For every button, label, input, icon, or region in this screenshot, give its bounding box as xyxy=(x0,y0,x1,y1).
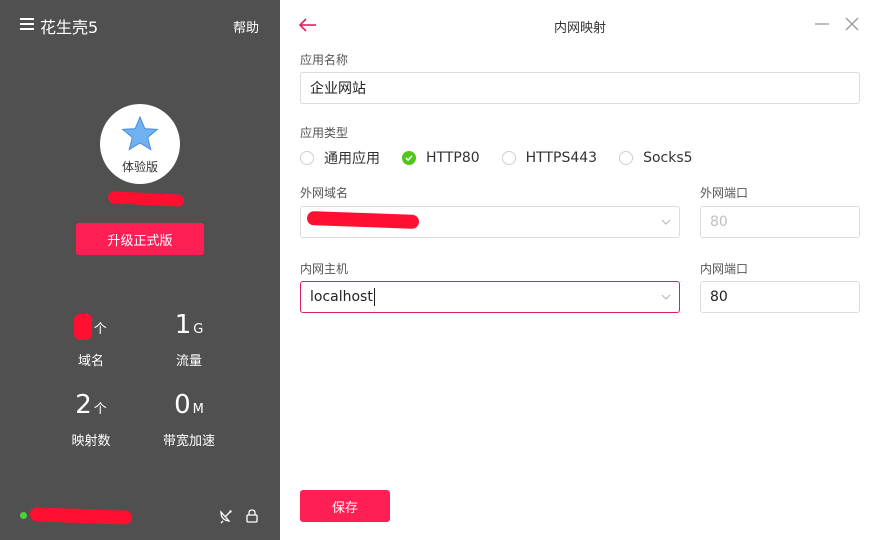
stat-traffic: 1G 流量 xyxy=(144,310,234,369)
domain-redacted xyxy=(306,211,420,229)
edition-badge: 体验版 xyxy=(121,160,158,174)
stat-value: 1 xyxy=(174,310,192,340)
check-icon xyxy=(405,155,413,162)
stat-unit: G xyxy=(193,322,204,337)
stat-unit: 个 xyxy=(93,402,107,417)
chevron-down-icon xyxy=(661,219,671,225)
app-type-label: 应用类型 xyxy=(300,126,349,140)
radio-label: Socks5 xyxy=(643,150,693,166)
sidebar: 花生壳5 帮助 体验版 升级正式版 4个 域名 1G 流量 2个 映射数 0M … xyxy=(0,0,280,540)
stat-bandwidth: 0M 带宽加速 xyxy=(130,390,248,449)
app-name-value: 企业网站 xyxy=(310,81,366,97)
radio-https443[interactable]: HTTPS443 xyxy=(501,150,598,166)
internal-port-label: 内网端口 xyxy=(700,262,749,276)
radio-http80[interactable]: HTTP80 xyxy=(402,150,480,166)
stat-label: 域名 xyxy=(77,354,104,369)
upgrade-button[interactable]: 升级正式版 xyxy=(76,223,204,255)
internal-port-value: 80 xyxy=(710,289,728,305)
stat-value: 0 xyxy=(174,390,191,420)
stat-label: 映射数 xyxy=(71,434,111,449)
stat-value: 2 xyxy=(75,390,92,420)
app-title: 花生壳5 xyxy=(40,18,99,37)
radio-circle xyxy=(619,151,634,165)
stat-unit: 个 xyxy=(93,322,107,337)
radio-generic-app[interactable]: 通用应用 xyxy=(300,148,380,168)
stat-mappings: 2个 映射数 xyxy=(46,390,136,449)
satellite-icon[interactable] xyxy=(218,508,234,524)
stat-domains: 4个 域名 xyxy=(46,310,136,369)
hamburger-menu-icon[interactable] xyxy=(20,17,36,31)
help-link[interactable]: 帮助 xyxy=(233,17,259,36)
internal-host-label: 内网主机 xyxy=(300,262,349,276)
internal-host-input[interactable]: localhost xyxy=(300,281,680,313)
external-port-value: 80 xyxy=(710,214,728,230)
stat-label: 流量 xyxy=(175,354,202,369)
radio-label: HTTP80 xyxy=(426,150,480,166)
user-name-redacted xyxy=(100,190,185,210)
close-icon[interactable] xyxy=(843,15,861,33)
external-port-label: 外网端口 xyxy=(700,186,749,200)
stat-unit: M xyxy=(192,402,204,417)
radio-label: 通用应用 xyxy=(324,151,380,167)
radio-label: HTTPS443 xyxy=(525,150,598,166)
radio-socks5[interactable]: Socks5 xyxy=(619,150,693,166)
internal-port-input[interactable]: 80 xyxy=(700,281,860,313)
avatar[interactable]: 体验版 xyxy=(100,104,180,184)
star-icon xyxy=(121,116,159,151)
radio-circle-checked xyxy=(402,151,416,165)
chevron-down-icon xyxy=(661,294,671,300)
text-caret xyxy=(373,288,375,306)
app-name-input[interactable]: 企业网站 xyxy=(300,72,860,104)
external-domain-label: 外网域名 xyxy=(300,186,349,200)
app-name-label: 应用名称 xyxy=(300,53,349,67)
account-redacted xyxy=(29,507,133,525)
radio-circle xyxy=(300,151,314,165)
external-port-input[interactable]: 80 xyxy=(700,206,860,238)
dialog-title: 内网映射 xyxy=(553,21,606,36)
port-mapping-dialog: 内网映射 应用名称 企业网站 应用类型 通用应用 HTTP80 HTTPS443 xyxy=(280,0,880,540)
online-status-dot xyxy=(20,512,27,519)
minimize-icon[interactable] xyxy=(813,15,831,33)
stat-label: 带宽加速 xyxy=(162,434,215,449)
lock-icon[interactable] xyxy=(244,508,260,524)
internal-host-value: localhost xyxy=(310,289,373,305)
radio-circle xyxy=(501,151,516,165)
external-domain-select[interactable] xyxy=(300,206,680,238)
save-button[interactable]: 保存 xyxy=(300,490,390,522)
app-type-radio-group: 通用应用 HTTP80 HTTPS443 Socks5 xyxy=(300,148,715,168)
